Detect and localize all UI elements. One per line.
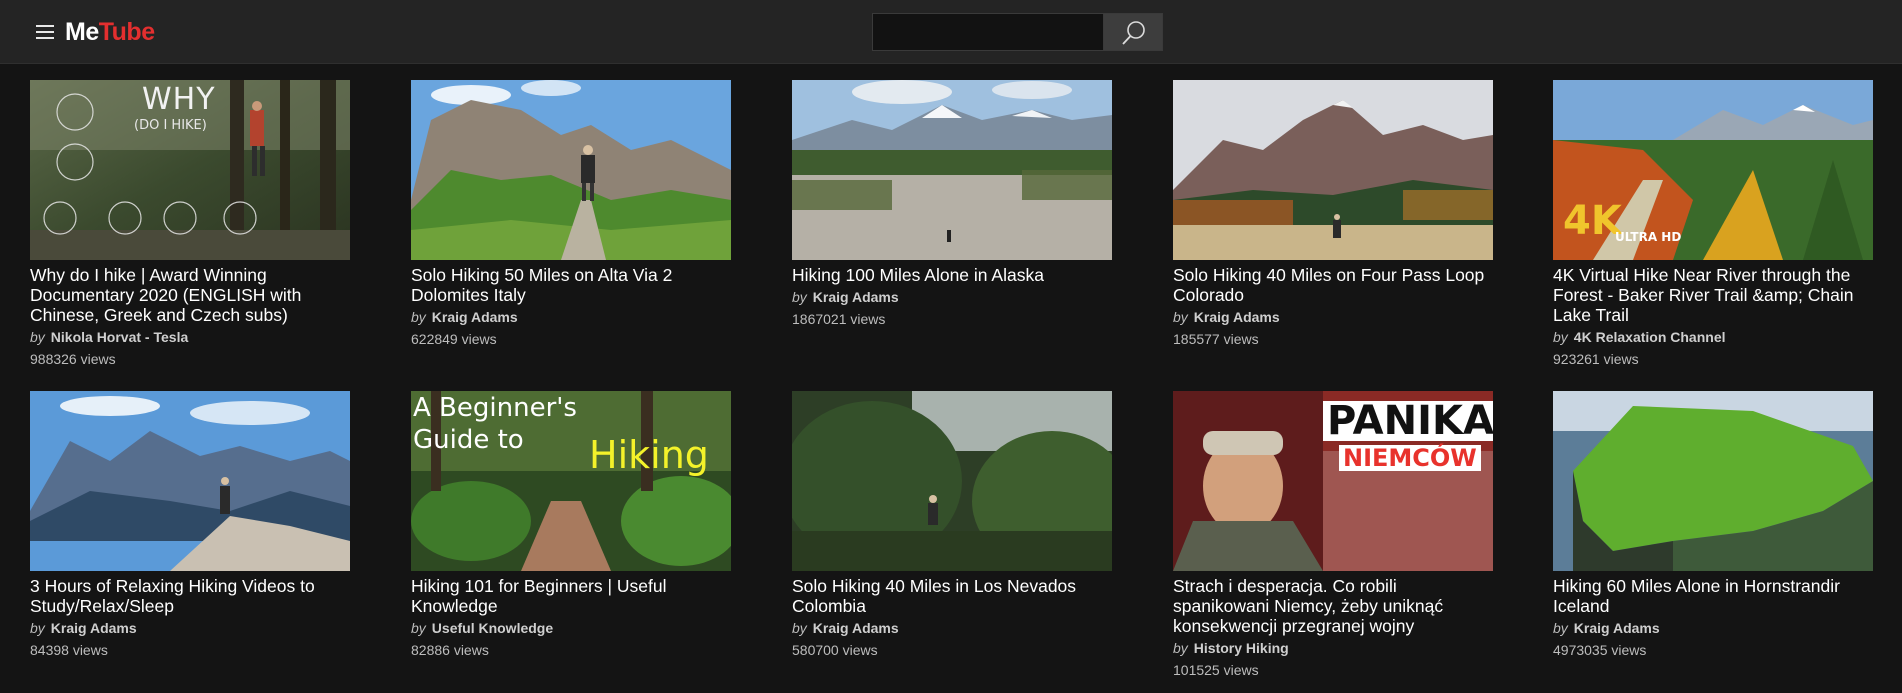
thumbnail-image-alaska-riverbed — [792, 80, 1112, 260]
channel-name[interactable]: Kraig Adams — [1194, 309, 1280, 325]
channel-name[interactable]: Nikola Horvat - Tesla — [51, 329, 188, 345]
video-card: WHY (DO I HIKE) Why do I hike | Award Wi… — [30, 80, 350, 369]
logo-me-text: Me — [65, 18, 99, 46]
view-count: 988326 views — [30, 351, 116, 367]
by-label: by — [411, 620, 426, 636]
thumbnail-line1-text: A Beginner's — [413, 393, 577, 423]
view-count: 82886 views — [411, 642, 489, 658]
video-thumbnail[interactable] — [792, 391, 1112, 571]
video-byline: by Kraig Adams — [1553, 618, 1873, 638]
top-bar: MeTube — [0, 0, 1902, 64]
thumbnail-image-iceland-cliff — [1553, 391, 1873, 571]
video-byline: by Kraig Adams — [30, 618, 350, 638]
video-title[interactable]: Hiking 100 Miles Alone in Alaska — [792, 265, 1112, 285]
video-title[interactable]: Solo Hiking 50 Miles on Alta Via 2 Dolom… — [411, 265, 731, 305]
by-label: by — [1553, 620, 1568, 636]
video-thumbnail[interactable] — [30, 391, 350, 571]
video-title[interactable]: Why do I hike | Award Winning Documentar… — [30, 265, 350, 325]
view-count: 4973035 views — [1553, 642, 1647, 658]
thumbnail-image-dolomites — [411, 80, 731, 260]
logo-tube-text: Tube — [98, 18, 155, 46]
video-byline: by Kraig Adams — [792, 618, 1112, 638]
by-label: by — [30, 329, 45, 345]
video-byline: by Kraig Adams — [1173, 307, 1493, 327]
channel-name[interactable]: 4K Relaxation Channel — [1574, 329, 1726, 345]
video-byline: by History Hiking — [1173, 638, 1493, 658]
channel-name[interactable]: Kraig Adams — [813, 289, 899, 305]
video-card: Hiking 100 Miles Alone in Alaska by Kraig… — [792, 80, 1112, 329]
video-card: Solo Hiking 50 Miles on Alta Via 2 Dolom… — [411, 80, 731, 349]
video-title[interactable]: Hiking 60 Miles Alone in Hornstrandir Ic… — [1553, 576, 1873, 616]
video-title[interactable]: Solo Hiking 40 Miles in Los Nevados Colo… — [792, 576, 1112, 616]
channel-name[interactable]: History Hiking — [1194, 640, 1289, 656]
video-card: PANIKA NIEMCÓW Strach i desperacja. Co r… — [1173, 391, 1493, 680]
channel-name[interactable]: Kraig Adams — [51, 620, 137, 636]
video-thumbnail[interactable] — [411, 80, 731, 260]
by-label: by — [792, 289, 807, 305]
hamburger-menu-icon[interactable] — [30, 20, 60, 44]
video-card: 3 Hours of Relaxing Hiking Videos to Stu… — [30, 391, 350, 660]
view-count: 84398 views — [30, 642, 108, 658]
channel-name[interactable]: Useful Knowledge — [432, 620, 553, 636]
search-icon — [1122, 21, 1145, 45]
thumbnail-title-text: WHY — [142, 82, 216, 117]
video-byline: by Kraig Adams — [792, 287, 1112, 307]
video-thumbnail[interactable] — [1553, 391, 1873, 571]
video-card: A Beginner's Guide to Hiking Hiking 101 … — [411, 391, 731, 660]
video-card: Solo Hiking 40 Miles in Los Nevados Colo… — [792, 391, 1112, 660]
video-title[interactable]: Strach i desperacja. Co robili spanikowa… — [1173, 576, 1493, 636]
video-title[interactable]: Hiking 101 for Beginners | Useful Knowle… — [411, 576, 731, 616]
search-input[interactable] — [872, 13, 1103, 51]
video-thumbnail[interactable] — [1173, 80, 1493, 260]
video-thumbnail[interactable]: A Beginner's Guide to Hiking — [411, 391, 731, 571]
video-thumbnail[interactable] — [792, 80, 1112, 260]
thumbnail-image-four-pass-loop — [1173, 80, 1493, 260]
logo[interactable]: MeTube — [65, 16, 155, 48]
by-label: by — [1553, 329, 1568, 345]
thumbnail-ultrahd-text: ULTRA HD — [1615, 230, 1682, 244]
view-count: 923261 views — [1553, 351, 1639, 367]
thumbnail-line3-text: Hiking — [589, 433, 709, 477]
video-card: Hiking 60 Miles Alone in Hornstrandir Ic… — [1553, 391, 1873, 660]
view-count: 1867021 views — [792, 311, 886, 327]
view-count: 580700 views — [792, 642, 878, 658]
video-byline: by Useful Knowledge — [411, 618, 731, 638]
channel-name[interactable]: Kraig Adams — [1574, 620, 1660, 636]
thumbnail-subtitle-text: (DO I HIKE) — [134, 118, 207, 133]
channel-name[interactable]: Kraig Adams — [813, 620, 899, 636]
by-label: by — [1173, 640, 1188, 656]
video-byline: by Kraig Adams — [411, 307, 731, 327]
video-byline: by Nikola Horvat - Tesla — [30, 327, 350, 347]
view-count: 185577 views — [1173, 331, 1259, 347]
thumbnail-line2-text: Guide to — [413, 425, 524, 455]
video-thumbnail[interactable]: WHY (DO I HIKE) — [30, 80, 350, 260]
video-card: Solo Hiking 40 Miles on Four Pass Loop C… — [1173, 80, 1493, 349]
by-label: by — [792, 620, 807, 636]
view-count: 101525 views — [1173, 662, 1259, 678]
thumbnail-niemcow-text: NIEMCÓW — [1339, 445, 1481, 471]
video-byline: by 4K Relaxation Channel — [1553, 327, 1873, 347]
thumbnail-image-jungle-valley — [792, 391, 1112, 571]
view-count: 622849 views — [411, 331, 497, 347]
by-label: by — [30, 620, 45, 636]
thumbnail-4k-text: 4K — [1563, 198, 1622, 244]
video-title[interactable]: 4K Virtual Hike Near River through the F… — [1553, 265, 1873, 325]
video-card: 4K ULTRA HD 4K Virtual Hike Near River t… — [1553, 80, 1873, 369]
search-button[interactable] — [1103, 13, 1163, 51]
thumbnail-image-mountain-ridge — [30, 391, 350, 571]
video-title[interactable]: Solo Hiking 40 Miles on Four Pass Loop C… — [1173, 265, 1493, 305]
thumbnail-panika-text: PANIKA — [1323, 401, 1493, 441]
channel-name[interactable]: Kraig Adams — [432, 309, 518, 325]
by-label: by — [411, 309, 426, 325]
video-thumbnail[interactable]: 4K ULTRA HD — [1553, 80, 1873, 260]
video-thumbnail[interactable]: PANIKA NIEMCÓW — [1173, 391, 1493, 571]
video-title[interactable]: 3 Hours of Relaxing Hiking Videos to Stu… — [30, 576, 350, 616]
by-label: by — [1173, 309, 1188, 325]
